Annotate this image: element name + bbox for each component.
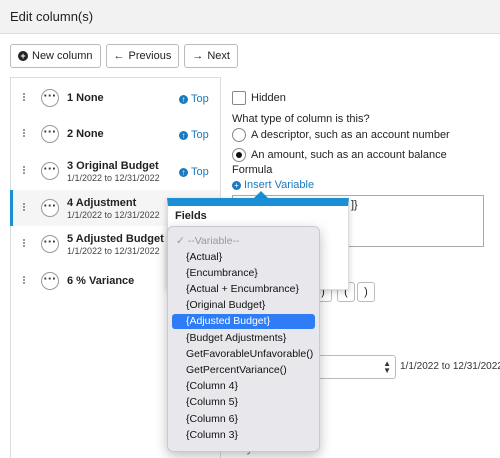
move-top-link[interactable]: ↑ Top — [179, 93, 209, 105]
next-label: Next — [207, 50, 230, 62]
previous-label: Previous — [128, 50, 172, 62]
menu-item[interactable]: {Budget Adjustments} — [172, 331, 315, 346]
close-paren-button-2[interactable]: ) — [357, 282, 375, 302]
column-date-range: 1/1/2022 to 12/31/2022 — [67, 173, 160, 183]
menu-item[interactable]: {Column 6} — [172, 412, 315, 427]
plus-circle-icon: + — [232, 180, 241, 190]
modal-title: Edit column(s) — [10, 9, 94, 24]
more-options-icon[interactable]: ··· — [41, 162, 59, 180]
popover-title: Fields — [175, 210, 207, 222]
drag-handle-icon[interactable] — [23, 129, 27, 139]
move-top-link[interactable]: ↑ Top — [179, 129, 209, 141]
more-options-icon[interactable]: ··· — [41, 199, 59, 217]
menu-item[interactable]: ✓ --Variable-- — [172, 234, 315, 249]
amount-radio-label: An amount, such as an account balance — [251, 149, 447, 161]
plus-circle-icon: + — [18, 51, 28, 61]
arrow-right-icon: → — [192, 50, 204, 62]
column-date-range: 1/1/2022 to 12/31/2022 — [67, 210, 160, 220]
toolbar: + New column ← Previous → Next — [10, 44, 238, 68]
formula-label: Formula — [232, 164, 273, 176]
more-options-icon[interactable]: ··· — [41, 125, 59, 143]
drag-handle-icon[interactable] — [23, 166, 27, 176]
move-top-link[interactable]: ↑ Top — [179, 166, 209, 178]
menu-item-highlighted[interactable]: {Adjusted Budget} — [172, 314, 315, 329]
formula-text: ]} — [351, 199, 358, 211]
descriptor-radio-label: A descriptor, such as an account number — [251, 129, 450, 141]
column-name: 2 None — [67, 128, 104, 140]
menu-item[interactable]: {Original Budget} — [172, 298, 315, 313]
menu-item[interactable]: {Column 5} — [172, 395, 315, 410]
variable-dropdown-menu: ✓ --Variable-- {Actual} {Encumbrance} {A… — [167, 226, 320, 452]
column-name: 5 Adjusted Budget — [67, 233, 164, 245]
drag-handle-icon[interactable] — [23, 276, 27, 286]
arrow-up-circle-icon: ↑ — [179, 167, 188, 177]
next-button[interactable]: → Next — [184, 44, 238, 68]
hidden-checkbox[interactable] — [232, 91, 246, 105]
column-row[interactable]: ··· 2 None ↑ Top — [11, 116, 220, 152]
move-top-label: Top — [191, 166, 209, 178]
arrow-up-circle-icon: ↑ — [179, 94, 188, 104]
column-name: 1 None — [67, 92, 104, 104]
checkmark-icon: ✓ — [176, 235, 188, 247]
column-type-question: What type of column is this? — [232, 113, 370, 125]
more-options-icon[interactable]: ··· — [41, 89, 59, 107]
menu-item[interactable]: {Column 3} — [172, 428, 315, 443]
menu-item[interactable]: {Column 4} — [172, 379, 315, 394]
menu-item[interactable]: {Encumbrance} — [172, 266, 315, 281]
period-date-range: 1/1/2022 to 12/31/2022 — [400, 361, 500, 372]
popover-caret — [254, 191, 268, 198]
previous-button[interactable]: ← Previous — [105, 44, 180, 68]
amount-radio[interactable] — [232, 148, 246, 162]
modal-header: Edit column(s) — [0, 0, 500, 34]
arrow-left-icon: ← — [113, 50, 125, 62]
more-options-icon[interactable]: ··· — [41, 235, 59, 253]
drag-handle-icon[interactable] — [23, 93, 27, 103]
column-name: 4 Adjustment — [67, 197, 137, 209]
column-name: 3 Original Budget — [67, 160, 159, 172]
insert-variable-link[interactable]: + Insert Variable — [232, 179, 314, 191]
more-options-icon[interactable]: ··· — [41, 272, 59, 290]
new-column-label: New column — [32, 50, 93, 62]
column-row[interactable]: ··· 1 None ↑ Top — [11, 80, 220, 116]
menu-item[interactable]: {Actual + Encumbrance} — [172, 282, 315, 297]
new-column-button[interactable]: + New column — [10, 44, 101, 68]
column-row[interactable]: ··· 3 Original Budget 1/1/2022 to 12/31/… — [11, 153, 220, 189]
descriptor-radio[interactable] — [232, 128, 246, 142]
drag-handle-icon[interactable] — [23, 239, 27, 249]
move-top-label: Top — [191, 129, 209, 141]
updown-chevron-icon: ▲ ▼ — [383, 359, 391, 375]
insert-variable-label: Insert Variable — [244, 179, 315, 191]
column-date-range: 1/1/2022 to 12/31/2022 — [67, 246, 160, 256]
drag-handle-icon[interactable] — [23, 203, 27, 213]
menu-item[interactable]: GetFavorableUnfavorable() — [172, 347, 315, 362]
menu-item[interactable]: {Actual} — [172, 250, 315, 265]
move-top-label: Top — [191, 93, 209, 105]
hidden-label: Hidden — [251, 92, 286, 104]
arrow-up-circle-icon: ↑ — [179, 130, 188, 140]
column-name: 6 % Variance — [67, 275, 135, 287]
menu-item[interactable]: GetPercentVariance() — [172, 363, 315, 378]
